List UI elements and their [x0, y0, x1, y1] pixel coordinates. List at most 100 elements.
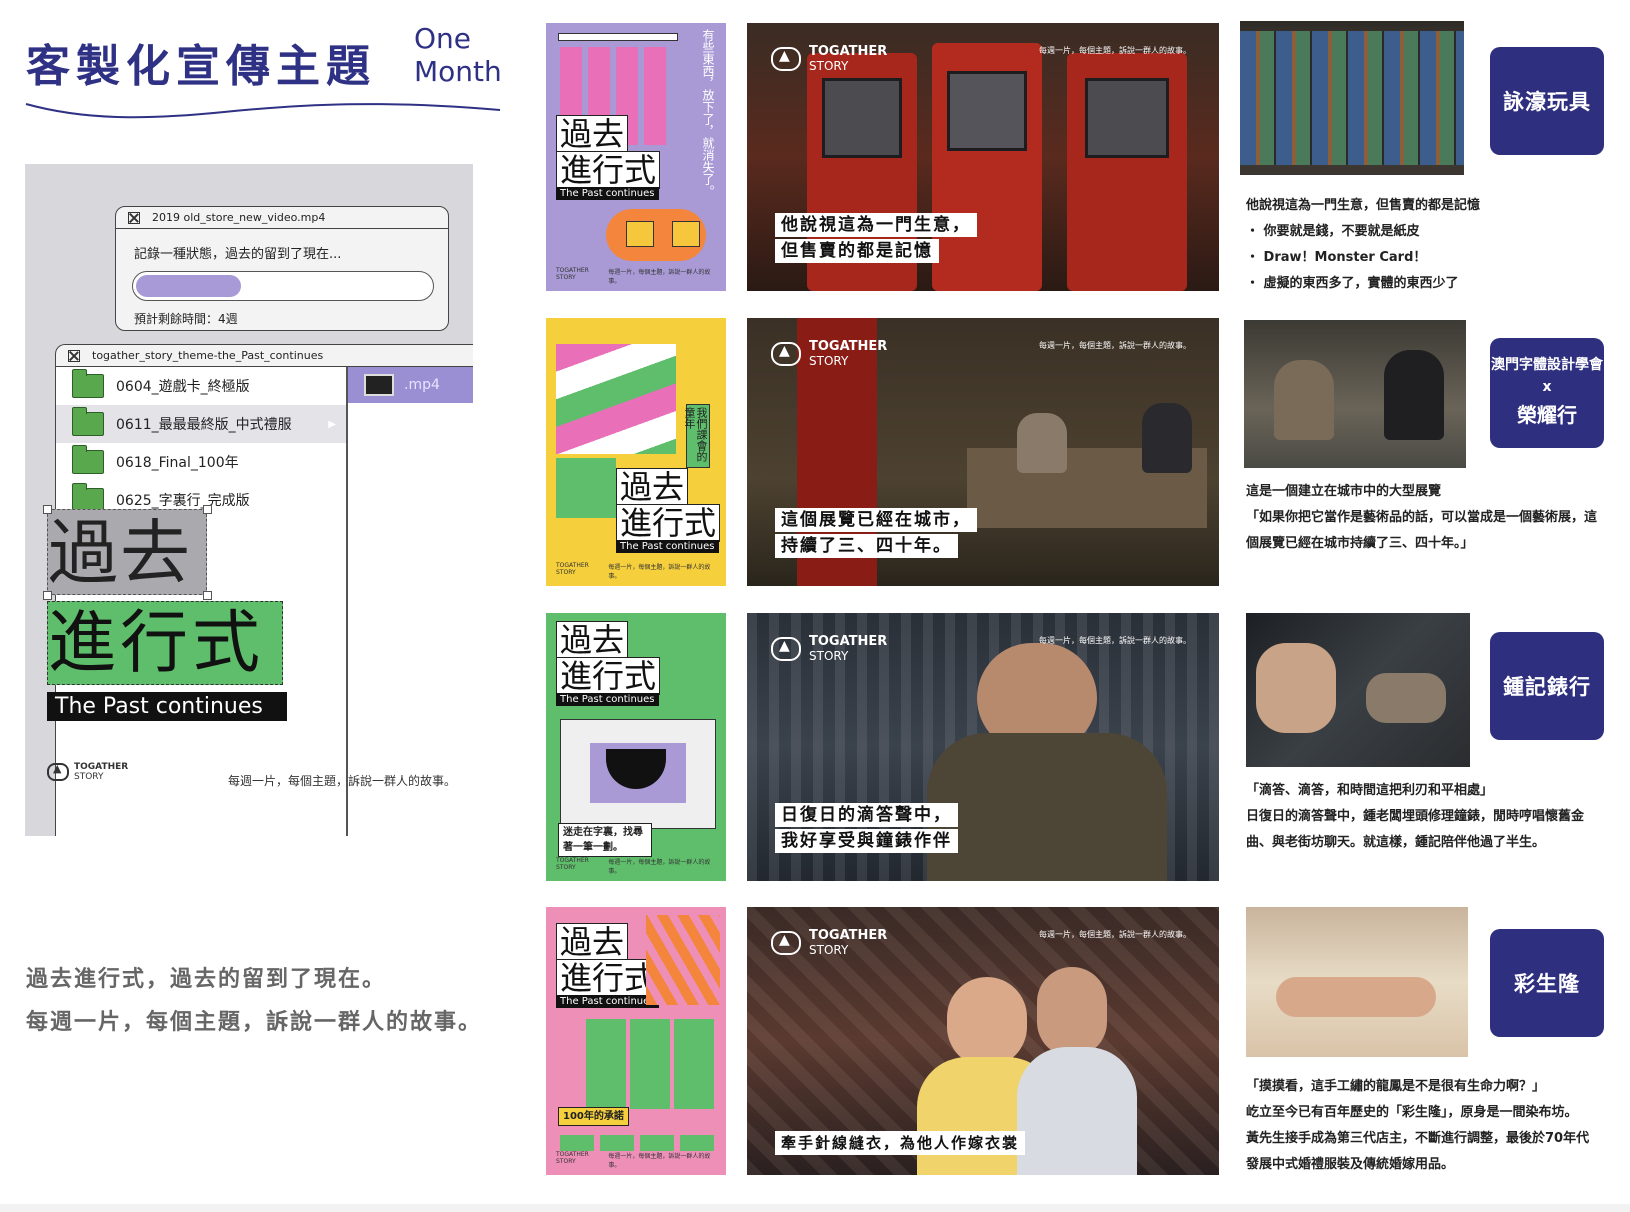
folder-icon — [72, 369, 104, 398]
intro-copy: 過去進行式，過去的留到了現在。 每週一片，每個主題，訴說一群人的故事。 — [26, 958, 482, 1044]
row3-description: 「滴答、滴答，和時間這把利刃和平相處」 日復日的滴答聲中，鍾老闆埋頭修理鐘錶，閒… — [1246, 783, 1585, 850]
poster-title-2: 進行式 — [556, 151, 661, 189]
poster-title-2: 進行式 — [556, 657, 661, 695]
progress-bar — [132, 271, 434, 301]
poster-title-1: 過去 — [556, 621, 629, 659]
photo-3: TOGATHERSTORY 每週一片，每個主題，訴說一群人的故事。 日復日的滴答… — [747, 613, 1219, 881]
folder-item[interactable]: 0618_Final_100年 — [56, 443, 346, 481]
subtitle-line1: One — [414, 22, 472, 55]
togather-logo-icon — [771, 931, 801, 955]
togather-logo-icon — [771, 342, 801, 366]
shop-badge[interactable]: 彩生隆 — [1490, 929, 1604, 1037]
photo-tagline: 每週一片，每個主題，訴說一群人的故事。 — [1039, 341, 1191, 350]
caption-line1: 這個展覽已經在城市， — [775, 508, 977, 532]
folder-item-selected[interactable]: 0611_最最最終版_中式禮服 ▶ — [56, 405, 346, 443]
togather-logo-icon — [771, 47, 801, 71]
row1-description: 他說視這為一門生意，但售賣的都是記憶 ・ 你要就是錢，不要就是紙皮 ・ Draw… — [1246, 198, 1481, 291]
page-subtitle: One Month — [414, 22, 502, 88]
intro-line1: 過去進行式，過去的留到了現在。 — [26, 967, 387, 992]
thumb-3 — [1246, 613, 1470, 767]
togather-logo: TOGATHERSTORY — [771, 340, 887, 368]
caption-line2: 我好享受與鐘錶作伴 — [775, 829, 958, 853]
close-icon[interactable] — [128, 211, 140, 224]
chevron-right-icon: ▶ — [328, 418, 336, 430]
person-body — [927, 733, 1167, 881]
person-body — [1017, 1047, 1137, 1175]
page-title: 客製化宣傳主題 — [26, 41, 376, 92]
poster-4: 過去 進行式 The Past continues 100年的承諾 TOGATH… — [546, 907, 726, 1175]
person — [1142, 403, 1192, 473]
poster-side-text: 有些東西，放下了，就消失了。 — [701, 29, 715, 197]
row2-description: 這是一個建立在城市中的大型展覽 「如果你把它當作是藝術品的話，可以當成是一個藝術… — [1246, 484, 1598, 551]
togather-logo: TOGATHERSTORY — [47, 762, 128, 782]
mp4-file-item[interactable]: .mp4 — [348, 367, 473, 403]
folder-item[interactable]: 0604_遊戲卡_終極版 — [56, 367, 346, 405]
thumb-1 — [1240, 21, 1464, 175]
shop-badge[interactable]: 詠濠玩具 — [1490, 47, 1604, 155]
photo-4: TOGATHERSTORY 每週一片，每個主題，訴說一群人的故事。 牽手針線縫衣… — [747, 907, 1219, 1175]
resize-handle[interactable] — [43, 505, 52, 514]
photo-tagline: 每週一片，每個主題，訴說一群人的故事。 — [1039, 636, 1191, 645]
togather-logo: TOGATHERSTORY — [771, 45, 887, 73]
poster-en: The Past continues — [556, 187, 659, 200]
togather-logo-icon — [771, 637, 801, 661]
title-wave-divider — [25, 103, 501, 119]
caption-line2: 但售賣的都是記憶 — [775, 239, 939, 263]
subtitle-line2: Month — [414, 55, 502, 88]
resize-handle[interactable] — [203, 591, 212, 600]
big-title-english: The Past continues — [47, 692, 287, 721]
desk-tagline: 每週一片，每個主題，訴說一群人的故事。 — [228, 774, 457, 788]
thumb-4 — [1246, 907, 1468, 1057]
togather-logo: TOGATHERSTORY — [771, 635, 887, 663]
poster-en: The Past continues — [556, 995, 659, 1008]
poster-callout: 100年的承諾 — [558, 1107, 629, 1126]
photo-tagline: 每週一片，每個主題，訴說一群人的故事。 — [1039, 930, 1191, 939]
folder-icon — [72, 445, 104, 474]
person-head — [947, 977, 1027, 1067]
big-title-progressive: 進行式 — [47, 601, 283, 685]
poster-side-text: 我們課會的童年 — [683, 404, 710, 468]
pattern-blocks — [556, 344, 676, 454]
person-head — [1037, 967, 1107, 1057]
poster-callout: 迷走在字裏，找尋著一筆一劃。 — [558, 823, 652, 857]
togather-logo: TOGATHERSTORY — [771, 929, 887, 957]
caption-line1: 牽手針線縫衣，為他人作嫁衣裳 — [775, 1131, 1026, 1155]
caption-line2: 持續了三、四十年。 — [775, 534, 958, 558]
desktop-mockup: 2019 old_store_new_video.mp4 記錄一種狀態，過去的留… — [25, 164, 473, 836]
close-icon[interactable] — [68, 349, 80, 362]
video-thumbnail-icon — [364, 374, 394, 396]
folder-icon — [72, 407, 104, 436]
caption-line1: 日復日的滴答聲中， — [775, 803, 958, 827]
shop-badge[interactable]: 鍾記錶行 — [1490, 632, 1604, 740]
poster-2: 我們課會的童年 過去 進行式 The Past continues TOGATH… — [546, 318, 726, 586]
window-title: togather_story_theme-the_Past_continues — [92, 349, 324, 362]
video-progress-window: 2019 old_store_new_video.mp4 記錄一種狀態，過去的留… — [115, 206, 449, 331]
column-divider — [346, 367, 348, 836]
person — [1017, 413, 1067, 473]
photo-1: TOGATHERSTORY 每週一片，每個主題，訴說一群人的故事。 他說視這為一… — [747, 23, 1219, 291]
resize-handle[interactable] — [203, 505, 212, 514]
shop-badge[interactable]: 澳門字體設計學會 x 榮耀行 — [1490, 338, 1604, 448]
poster-title-1: 過去 — [556, 115, 629, 153]
poster-en: The Past continues — [556, 693, 659, 706]
caption-line1: 他說視這為一門生意， — [775, 213, 977, 237]
poster-title-1: 過去 — [616, 468, 689, 506]
progress-fill — [136, 275, 241, 297]
photo-2: TOGATHERSTORY 每週一片，每個主題，訴說一群人的故事。 這個展覽已經… — [747, 318, 1219, 586]
footer-strip — [0, 1204, 1630, 1212]
poster-title-2: 進行式 — [556, 959, 661, 997]
poster-3: 過去 進行式 The Past continues 迷走在字裏，找尋著一筆一劃。… — [546, 613, 726, 881]
togather-logo-icon — [47, 763, 69, 781]
poster-title-1: 過去 — [556, 923, 629, 961]
resize-handle[interactable] — [43, 591, 52, 600]
intro-line2: 每週一片，每個主題，訴說一群人的故事。 — [26, 1010, 483, 1035]
row4-description: 「摸摸看，這手工繡的龍鳳是不是很有生命力啊？」 屹立至今已有百年歷史的「彩生隆」… — [1246, 1079, 1590, 1172]
remaining-time: 預計剩餘時間：4週 — [134, 312, 238, 326]
window-filename: 2019 old_store_new_video.mp4 — [152, 211, 326, 224]
big-title-past[interactable]: 過去 — [47, 509, 207, 595]
thumb-2 — [1244, 320, 1466, 468]
photo-tagline: 每週一片，每個主題，訴說一群人的故事。 — [1039, 46, 1191, 55]
poster-1: 有些東西，放下了，就消失了。 過去 進行式 The Past continues… — [546, 23, 726, 291]
toy-shelves — [1240, 31, 1464, 165]
poster-en: The Past continues — [616, 540, 719, 553]
